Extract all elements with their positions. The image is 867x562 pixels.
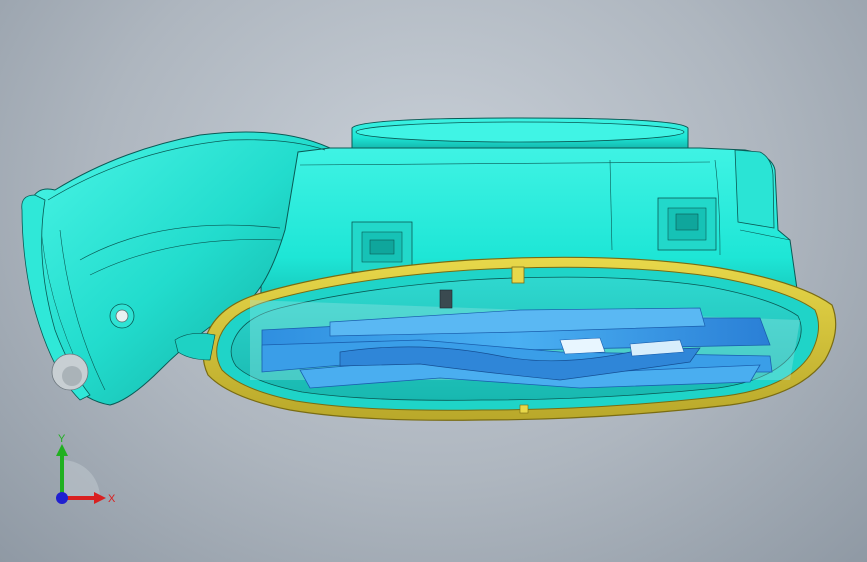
- top-boss: [351, 117, 689, 151]
- lower-boss: [174, 333, 216, 361]
- bolt-boss: [109, 303, 135, 329]
- mount-foot: [51, 353, 89, 391]
- coordinate-triad: Y X: [56, 433, 116, 505]
- z-axis-dot: [56, 492, 68, 504]
- y-axis-label: Y: [58, 433, 66, 445]
- graphics-viewport[interactable]: Y X: [0, 0, 867, 562]
- snap-clip-right: [657, 197, 717, 251]
- cad-model[interactable]: [0, 0, 867, 562]
- x-axis-label: X: [108, 493, 116, 505]
- snap-clip-left: [351, 221, 413, 273]
